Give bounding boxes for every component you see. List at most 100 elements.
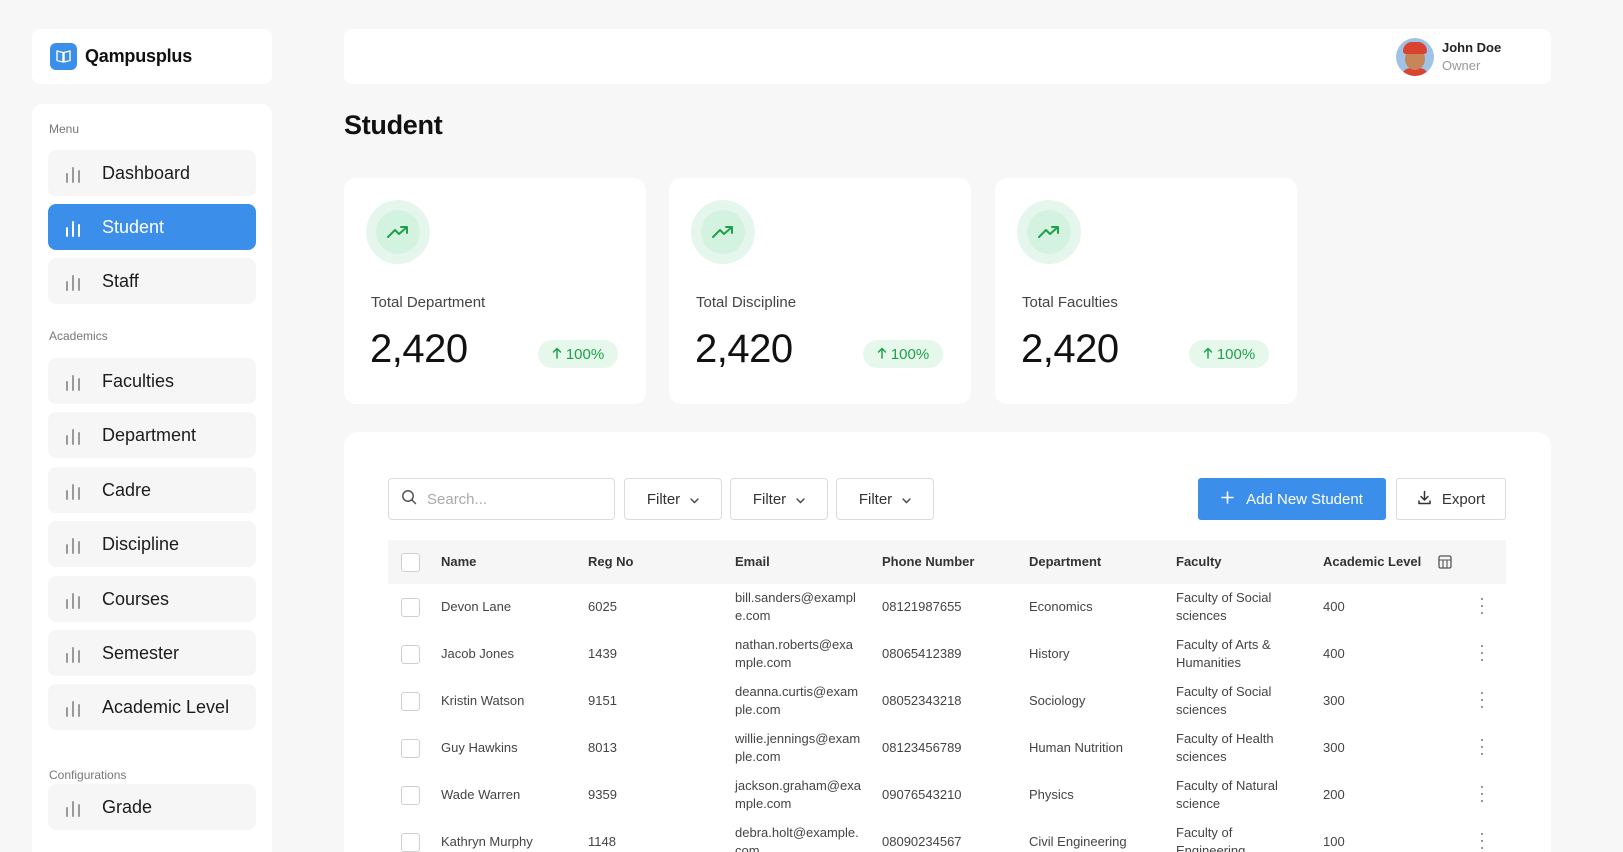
table-cell-level: 300 bbox=[1323, 740, 1345, 755]
trending-up-icon bbox=[691, 200, 755, 264]
cell-line: e.com bbox=[735, 608, 771, 623]
column-header[interactable]: Phone Number bbox=[882, 554, 974, 569]
table-cell-reg: 9359 bbox=[588, 787, 617, 802]
add-new-student-button[interactable]: Add New Student bbox=[1198, 478, 1386, 520]
cell-line: jackson.graham@exa bbox=[735, 778, 861, 793]
add-new-student-label: Add New Student bbox=[1246, 490, 1363, 508]
table-cell-dept: History bbox=[1029, 646, 1070, 661]
sidebar-item-academic-level[interactable]: Academic Level bbox=[48, 684, 256, 730]
table-cell-name: Wade Warren bbox=[441, 787, 521, 802]
sidebar-item-cadre[interactable]: Cadre bbox=[48, 467, 256, 513]
table-row[interactable]: Kristin Watson 9151 deanna.curtis@exam ple.… bbox=[388, 678, 1506, 725]
filter-label: Filter bbox=[752, 490, 787, 508]
bar-chart-icon bbox=[66, 371, 86, 391]
more-options-icon[interactable] bbox=[1480, 739, 1484, 755]
column-header[interactable]: Faculty bbox=[1176, 554, 1222, 569]
filter-label: Filter bbox=[858, 490, 893, 508]
column-header[interactable]: Department bbox=[1029, 554, 1101, 569]
avatar[interactable] bbox=[1396, 38, 1434, 76]
more-options-icon[interactable] bbox=[1480, 786, 1484, 802]
sidebar: Menu Dashboard Student Staff Academics Facult… bbox=[32, 104, 272, 852]
filter-dropdown[interactable]: Filter bbox=[730, 478, 828, 520]
chevron-down-icon bbox=[902, 491, 911, 508]
change-badge: 100% bbox=[538, 340, 618, 368]
sidebar-item-dashboard[interactable]: Dashboard bbox=[48, 150, 256, 196]
search-input[interactable] bbox=[427, 490, 597, 508]
table-row[interactable]: Wade Warren 9359 jackson.graham@exa mple.co… bbox=[388, 772, 1506, 819]
search-box[interactable] bbox=[388, 478, 615, 520]
arrow-up-icon bbox=[1203, 346, 1213, 363]
table-cell-name: Devon Lane bbox=[441, 599, 512, 614]
table-cell-level: 400 bbox=[1323, 599, 1345, 614]
bar-chart-icon bbox=[66, 217, 86, 237]
table-cell-email: willie.jennings@exam ple.com bbox=[735, 730, 860, 766]
row-checkbox[interactable] bbox=[401, 692, 420, 711]
sidebar-item-student[interactable]: Student bbox=[48, 204, 256, 250]
logo-card[interactable]: Qampusplus bbox=[32, 29, 272, 84]
sidebar-item-courses[interactable]: Courses bbox=[48, 576, 256, 622]
filter-label: Filter bbox=[646, 490, 681, 508]
table-cell-dept: Physics bbox=[1029, 787, 1074, 802]
row-checkbox[interactable] bbox=[401, 739, 420, 758]
table-cell-email: bill.sanders@exampl e.com bbox=[735, 589, 856, 625]
table-cell-email: debra.holt@example. com bbox=[735, 824, 859, 852]
table-row[interactable]: Guy Hawkins 8013 willie.jennings@exam ple.c… bbox=[388, 725, 1506, 772]
table-cell-dept: Civil Engineering bbox=[1029, 834, 1127, 849]
change-value: 100% bbox=[565, 345, 605, 363]
stat-label: Total Faculties bbox=[1022, 294, 1118, 311]
sidebar-item-discipline[interactable]: Discipline bbox=[48, 521, 256, 567]
page-title: Student bbox=[344, 110, 443, 140]
table-cell-phone: 08121987655 bbox=[882, 599, 962, 614]
bar-chart-icon bbox=[66, 589, 86, 609]
sidebar-item-department[interactable]: Department bbox=[48, 412, 256, 458]
table-row[interactable]: Kathryn Murphy 1148 debra.holt@example. com… bbox=[388, 819, 1506, 852]
filter-dropdown[interactable]: Filter bbox=[624, 478, 722, 520]
column-header[interactable]: Name bbox=[441, 554, 476, 569]
table-row[interactable]: Devon Lane 6025 bill.sanders@exampl e.com 08… bbox=[388, 584, 1506, 631]
more-options-icon[interactable] bbox=[1480, 645, 1484, 661]
sidebar-item-faculties[interactable]: Faculties bbox=[48, 358, 256, 404]
bar-chart-icon bbox=[66, 797, 86, 817]
sidebar-item-label: Discipline bbox=[102, 533, 180, 554]
sidebar-item-semester[interactable]: Semester bbox=[48, 630, 256, 676]
column-header[interactable]: Reg No bbox=[588, 554, 634, 569]
sidebar-item-staff[interactable]: Staff bbox=[48, 258, 256, 304]
bar-chart-icon bbox=[66, 480, 86, 500]
sidebar-item-label: Staff bbox=[102, 270, 139, 291]
more-options-icon[interactable] bbox=[1480, 598, 1484, 614]
row-checkbox[interactable] bbox=[401, 833, 420, 852]
row-checkbox[interactable] bbox=[401, 645, 420, 664]
cell-line: debra.holt@example. bbox=[735, 825, 859, 840]
sidebar-item-label: Academic Level bbox=[102, 696, 230, 717]
table-cell-dept: Sociology bbox=[1029, 693, 1086, 708]
app-name: Qampusplus bbox=[85, 46, 193, 66]
sidebar-item-label: Semester bbox=[102, 642, 180, 663]
more-options-icon[interactable] bbox=[1480, 833, 1484, 849]
table-row[interactable]: Jacob Jones 1439 nathan.roberts@exa mple.co… bbox=[388, 631, 1506, 678]
sidebar-item-grade[interactable]: Grade bbox=[48, 784, 256, 830]
column-header[interactable]: Academic Level bbox=[1323, 554, 1421, 569]
export-button[interactable]: Export bbox=[1396, 478, 1506, 520]
table-cell-faculty: Faculty of Social sciences bbox=[1176, 683, 1271, 719]
table-cell-phone: 08052343218 bbox=[882, 693, 962, 708]
columns-icon[interactable] bbox=[1438, 555, 1452, 574]
table-cell-phone: 09076543210 bbox=[882, 787, 962, 802]
more-options-icon[interactable] bbox=[1480, 692, 1484, 708]
stat-card: Total Faculties 2,420 100% bbox=[995, 178, 1297, 404]
arrow-up-icon bbox=[877, 346, 887, 363]
select-all-checkbox[interactable] bbox=[401, 553, 420, 572]
table-cell-name: Guy Hawkins bbox=[441, 740, 518, 755]
table-cell-reg: 9151 bbox=[588, 693, 617, 708]
stat-card: Total Department 2,420 100% bbox=[344, 178, 646, 404]
column-header[interactable]: Email bbox=[735, 554, 770, 569]
table-cell-reg: 8013 bbox=[588, 740, 617, 755]
user-role: Owner bbox=[1442, 58, 1481, 73]
table-cell-phone: 08123456789 bbox=[882, 740, 962, 755]
row-checkbox[interactable] bbox=[401, 786, 420, 805]
row-checkbox[interactable] bbox=[401, 598, 420, 617]
cell-line: mple.com bbox=[735, 655, 792, 670]
filter-dropdown[interactable]: Filter bbox=[836, 478, 934, 520]
table-cell-email: nathan.roberts@exa mple.com bbox=[735, 636, 853, 672]
sidebar-section-title: Menu bbox=[49, 122, 80, 136]
sidebar-section-title: Academics bbox=[49, 329, 108, 343]
